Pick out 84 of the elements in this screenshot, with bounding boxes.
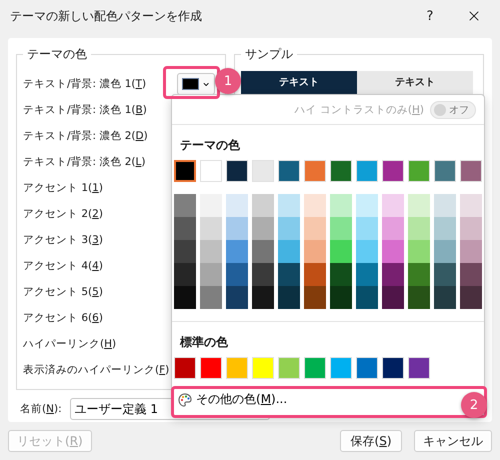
shade-swatch[interactable] [460,263,482,286]
shade-swatch[interactable] [460,286,482,309]
shade-swatch[interactable] [252,263,274,286]
color-label: アクセント 6(6) [23,311,103,325]
shade-swatch[interactable] [330,217,352,240]
shade-swatch[interactable] [330,240,352,263]
shade-swatch[interactable] [356,194,378,217]
shade-swatch[interactable] [434,217,456,240]
shade-swatch[interactable] [200,263,222,286]
shade-swatch[interactable] [174,263,196,286]
shade-swatch[interactable] [174,194,196,217]
shade-swatch[interactable] [330,263,352,286]
color-label: テキスト/背景: 淡色 2(L) [23,155,146,169]
shade-swatch[interactable] [330,286,352,309]
shade-swatch[interactable] [408,194,430,217]
section-heading: 標準の色 [178,334,229,351]
color-label: ハイパーリンク(H) [23,337,116,351]
shade-swatch[interactable] [278,286,300,309]
shade-swatch[interactable] [356,286,378,309]
shade-swatch[interactable] [226,217,248,240]
name-label: 名前(N): [20,402,62,416]
shade-swatch[interactable] [434,194,456,217]
shade-swatch[interactable] [278,194,300,217]
shade-swatch[interactable] [304,217,326,240]
shade-swatch[interactable] [252,194,274,217]
shade-swatch[interactable] [382,263,404,286]
group-legend: テーマの色 [23,46,91,63]
shade-swatch[interactable] [252,217,274,240]
color-label: テキスト/背景: 濃色 2(D) [23,129,148,143]
shade-swatch[interactable] [226,286,248,309]
color-label: アクセント 1(1) [23,181,103,195]
color-swatch[interactable] [174,160,196,182]
color-label: アクセント 5(5) [23,285,103,299]
shade-swatch[interactable] [460,240,482,263]
color-label: テキスト/背景: 淡色 1(B) [23,103,147,117]
color-label: アクセント 2(2) [23,207,103,221]
dialog-button[interactable]: キャンセル [414,430,492,452]
shade-swatch[interactable] [226,240,248,263]
shade-swatch[interactable] [382,217,404,240]
shade-swatch[interactable] [278,217,300,240]
shade-swatch[interactable] [434,286,456,309]
shade-swatch[interactable] [304,263,326,286]
color-picker-button[interactable] [177,73,215,95]
palette-icon [178,392,192,406]
shade-swatch[interactable] [330,194,352,217]
shade-swatch[interactable] [174,286,196,309]
shade-swatch[interactable] [382,286,404,309]
shade-swatch[interactable] [408,263,430,286]
shade-swatch[interactable] [382,240,404,263]
shade-swatch[interactable] [382,194,404,217]
dialog-button[interactable]: 保存(S) [340,430,402,452]
help-button[interactable]: ? [410,8,450,24]
shade-swatch[interactable] [460,194,482,217]
shade-swatch[interactable] [200,194,222,217]
shade-swatch[interactable] [252,286,274,309]
color-label: アクセント 3(3) [23,233,103,247]
shade-swatch[interactable] [356,217,378,240]
shade-swatch[interactable] [200,217,222,240]
shade-swatch[interactable] [408,240,430,263]
shade-swatch[interactable] [174,217,196,240]
color-label: アクセント 4(4) [23,259,103,273]
shade-swatch[interactable] [200,286,222,309]
shade-swatch[interactable] [434,263,456,286]
shade-swatch[interactable] [304,240,326,263]
shade-swatch[interactable] [174,240,196,263]
shade-swatch[interactable] [304,194,326,217]
shade-swatch[interactable] [434,240,456,263]
shade-swatch[interactable] [356,240,378,263]
color-label: テキスト/背景: 濃色 1(T) [23,77,146,91]
window-title: テーマの新しい配色パターンを作成 [10,8,203,24]
shade-swatch[interactable] [408,286,430,309]
shade-swatch[interactable] [200,240,222,263]
color-label: 表示済みのハイパーリンク(F) [23,363,170,377]
shade-swatch[interactable] [278,263,300,286]
shade-swatch[interactable] [356,263,378,286]
shade-swatch[interactable] [304,286,326,309]
shade-swatch[interactable] [252,240,274,263]
shade-swatch[interactable] [226,194,248,217]
group-legend: サンプル [241,46,297,63]
shade-swatch[interactable] [460,217,482,240]
shade-swatch[interactable] [226,263,248,286]
section-heading: テーマの色 [179,137,241,154]
shade-swatch[interactable] [278,240,300,263]
shade-swatch[interactable] [408,217,430,240]
